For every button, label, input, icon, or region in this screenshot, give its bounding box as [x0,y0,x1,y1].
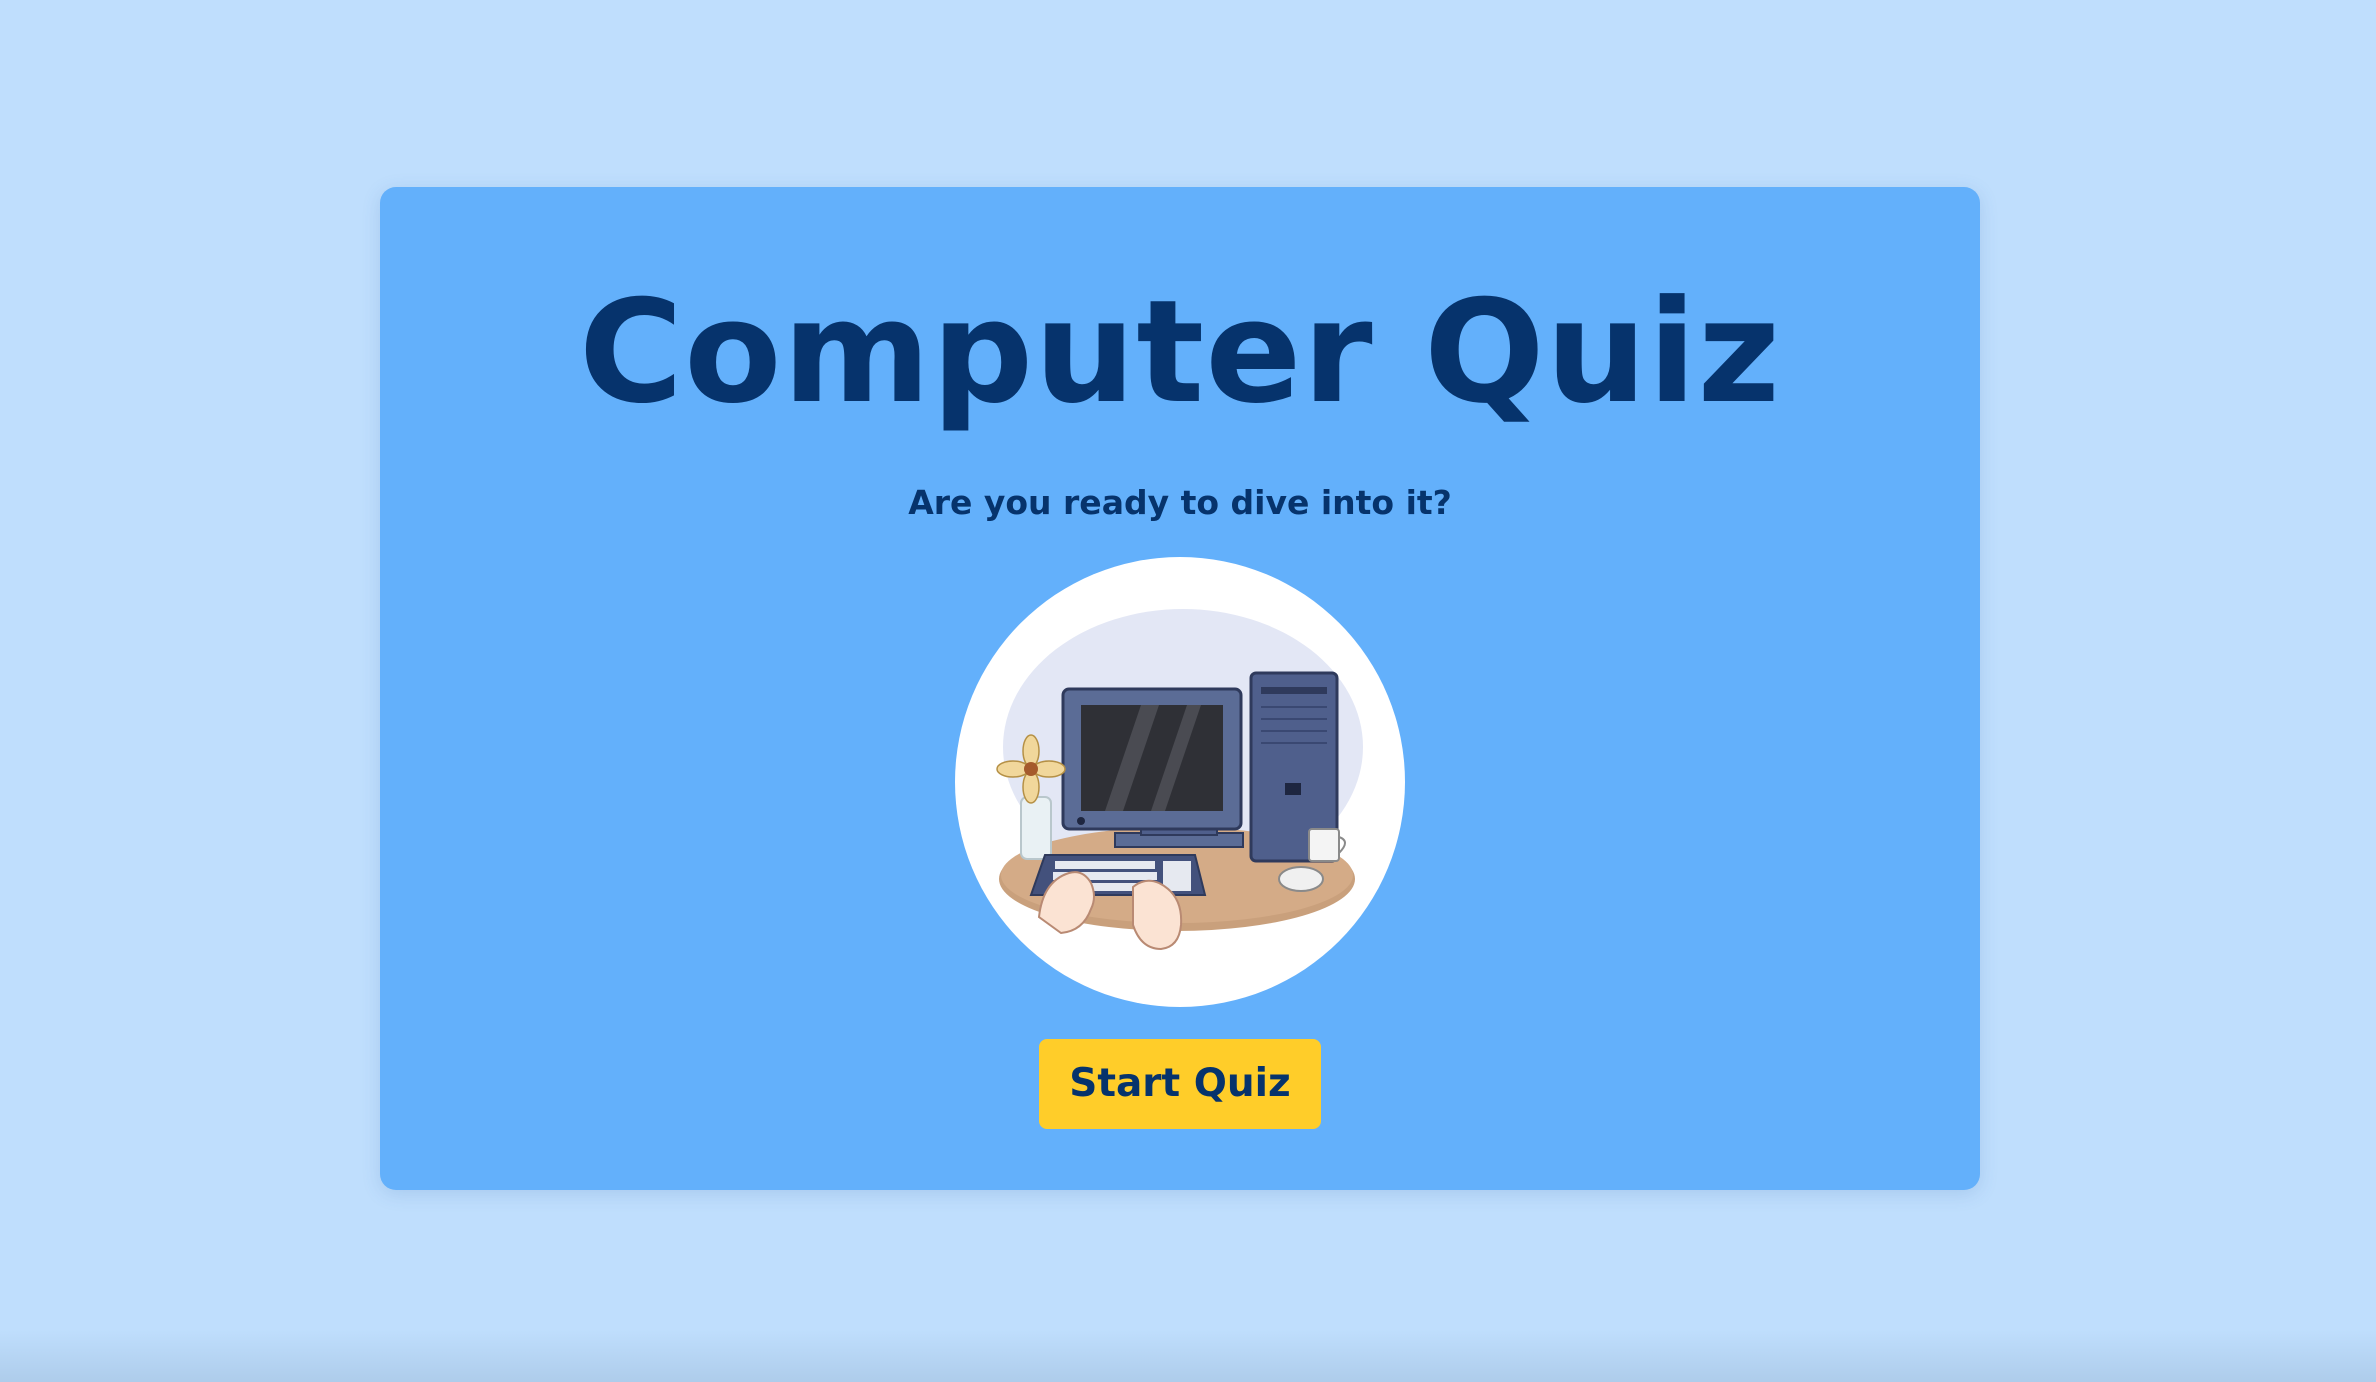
quiz-subtitle: Are you ready to dive into it? [908,483,1452,523]
quiz-title: Computer Quiz [578,270,1782,435]
start-quiz-button[interactable]: Start Quiz [1039,1038,1321,1129]
bottom-shadow [0,1330,2376,1382]
computer-desk-illustration [955,556,1405,1007]
quiz-start-card: Computer Quiz Are you ready to dive into… [380,187,1980,1190]
